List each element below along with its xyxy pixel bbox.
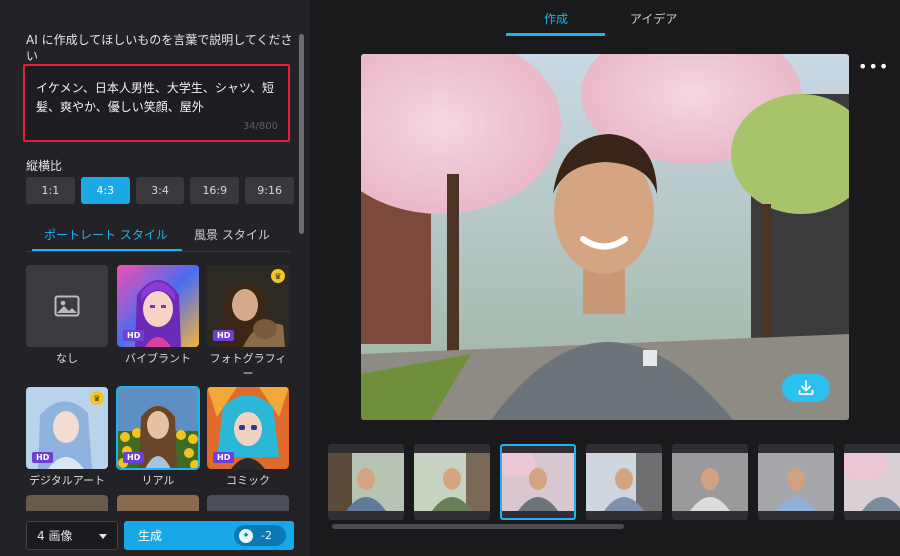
aspect-4-3-button[interactable]: 4:3 xyxy=(80,177,130,204)
style-item-none[interactable]: なし xyxy=(26,265,108,366)
aspect-1-1-button[interactable]: 1:1 xyxy=(26,177,75,204)
crown-icon: ♛ xyxy=(90,391,104,405)
style-thumb-comic[interactable]: HD xyxy=(207,387,289,469)
style-label-real: リアル xyxy=(141,474,175,487)
active-tab-indicator xyxy=(32,249,182,251)
prompt-title: AI に作成してほしいものを言葉で説明してください xyxy=(26,33,293,63)
result-thumbnail-image xyxy=(586,453,662,511)
app: AI に作成してほしいものを言葉で説明してください イケメン、日本人男性、大学生… xyxy=(0,0,900,556)
left-panel: AI に作成してほしいものを言葉で説明してください イケメン、日本人男性、大学生… xyxy=(0,0,310,556)
prompt-input[interactable]: イケメン、日本人男性、大学生、シャツ、短髪、爽やか、優しい笑顔、屋外 34/80… xyxy=(23,64,290,142)
result-thumbnail-image xyxy=(844,449,900,511)
result-thumbnail-image xyxy=(672,453,748,511)
result-thumbnail[interactable] xyxy=(586,444,662,520)
tab-portrait-style[interactable]: ポートレート スタイル xyxy=(44,226,168,243)
style-thumb-real[interactable]: HD xyxy=(116,386,200,470)
style-label-comic: コミック xyxy=(226,474,270,487)
result-thumbnail[interactable] xyxy=(672,444,748,520)
generate-button[interactable]: 生成 ✦ -2 xyxy=(124,521,294,550)
credit-icon: ✦ xyxy=(239,528,253,543)
aspect-3-4-button[interactable]: 3:4 xyxy=(135,177,185,204)
result-thumbnail-image xyxy=(500,449,576,511)
style-label-none: なし xyxy=(56,352,78,365)
download-button[interactable] xyxy=(782,374,830,402)
hd-badge: HD xyxy=(123,330,145,341)
credit-cost-badge: ✦ -2 xyxy=(234,525,286,546)
hd-badge: HD xyxy=(213,452,235,463)
generate-label: 生成 xyxy=(138,529,163,543)
image-count-select[interactable]: 4 画像 xyxy=(26,521,118,550)
aspect-9-16-button[interactable]: 9:16 xyxy=(245,177,294,204)
more-icon[interactable]: ••• xyxy=(858,59,888,76)
style-thumb-photography[interactable]: HD ♛ xyxy=(207,265,289,347)
style-thumb-digital-art[interactable]: HD ♛ xyxy=(26,387,108,469)
hd-badge: HD xyxy=(123,452,145,463)
generate-footer: 4 画像 生成 ✦ -2 xyxy=(0,511,310,556)
tab-create[interactable]: 作成 xyxy=(544,10,568,27)
generated-image xyxy=(361,54,849,420)
style-item-real[interactable]: HD リアル xyxy=(116,386,200,488)
prompt-char-counter: 34/800 xyxy=(242,121,278,132)
result-thumbnail[interactable] xyxy=(328,444,404,520)
prompt-text[interactable]: イケメン、日本人男性、大学生、シャツ、短髪、爽やか、優しい笑顔、屋外 xyxy=(36,79,281,117)
credit-cost: -2 xyxy=(261,529,272,542)
image-placeholder-icon xyxy=(54,295,80,317)
aspect-ratio-options: 1:1 4:3 3:4 16:9 9:16 xyxy=(26,177,294,204)
style-item-digital-art[interactable]: HD ♛ デジタルアート xyxy=(26,387,108,488)
style-item-comic[interactable]: HD コミック xyxy=(207,387,289,488)
aspect-ratio-label: 縦横比 xyxy=(26,159,63,173)
style-item-photography[interactable]: HD ♛ フォトグラフィー xyxy=(207,265,289,381)
tab-ideas[interactable]: アイデア xyxy=(630,10,677,27)
right-panel: 作成 アイデア ••• xyxy=(310,0,900,556)
result-thumbnail-image xyxy=(328,453,404,511)
thumbnail-scrollbar[interactable] xyxy=(332,524,624,529)
result-thumbnail-selected[interactable] xyxy=(500,444,576,520)
style-thumb-vibrant[interactable]: HD xyxy=(117,265,199,347)
result-thumbnail[interactable] xyxy=(844,444,900,520)
generated-image-preview[interactable] xyxy=(361,54,849,420)
result-thumbnail-image xyxy=(414,453,490,511)
hd-badge: HD xyxy=(213,330,235,341)
download-icon xyxy=(798,380,814,395)
style-label-digital-art: デジタルアート xyxy=(28,474,106,487)
result-thumbnail[interactable] xyxy=(414,444,490,520)
style-label-vibrant: バイブラント xyxy=(125,352,191,365)
style-label-photography: フォトグラフィー xyxy=(209,352,287,380)
result-thumbnail-image xyxy=(758,453,834,511)
panel-scrollbar[interactable] xyxy=(299,34,304,234)
style-thumb-none[interactable] xyxy=(26,265,108,347)
crown-icon: ♛ xyxy=(271,269,285,283)
style-item-vibrant[interactable]: HD バイブラント xyxy=(117,265,199,366)
hd-badge: HD xyxy=(32,452,54,463)
aspect-16-9-button[interactable]: 16:9 xyxy=(190,177,240,204)
tab-landscape-style[interactable]: 風景 スタイル xyxy=(194,226,270,243)
chevron-down-icon xyxy=(99,534,107,539)
active-tab-indicator xyxy=(506,33,605,36)
style-tabs: ポートレート スタイル 風景 スタイル xyxy=(26,224,290,252)
result-thumbnail-strip xyxy=(328,444,900,520)
image-count-value: 4 画像 xyxy=(37,529,73,543)
result-thumbnail[interactable] xyxy=(758,444,834,520)
